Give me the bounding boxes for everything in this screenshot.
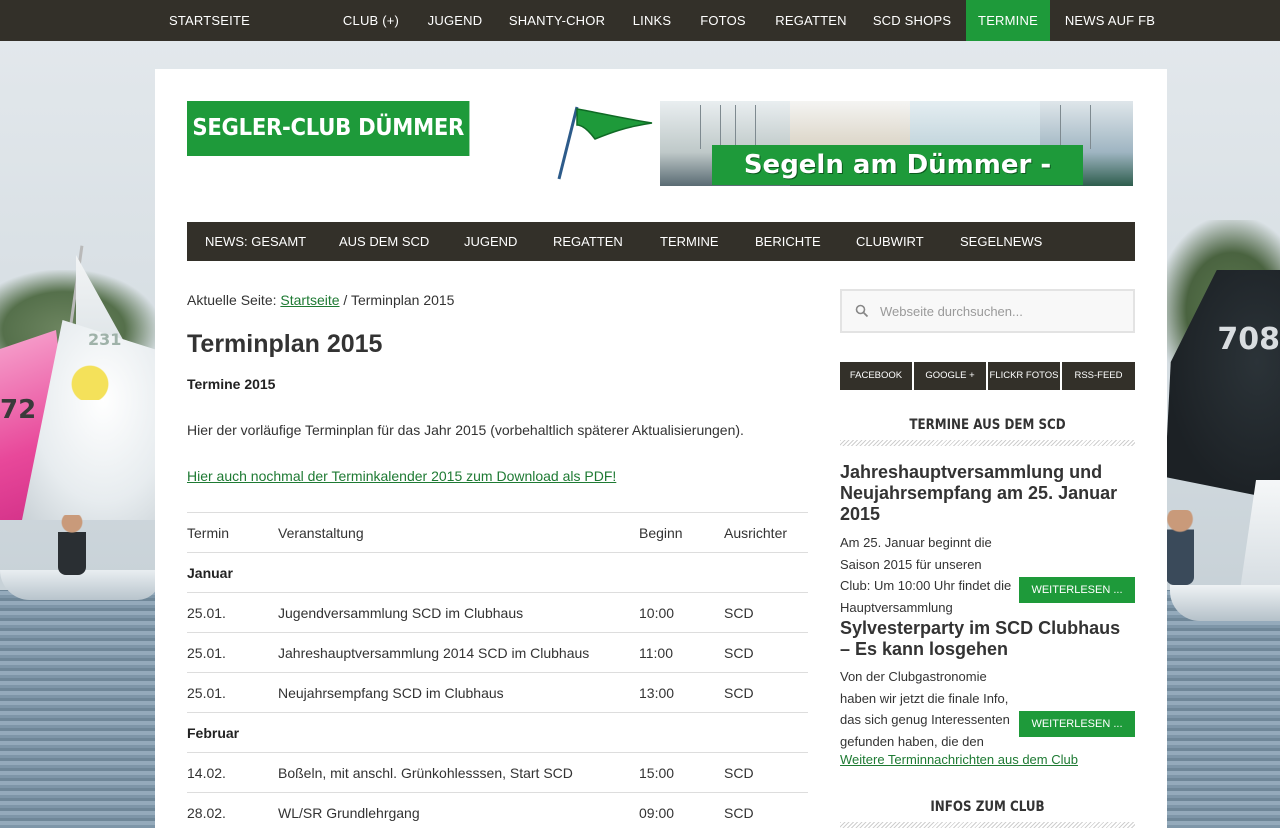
- breadcrumb-home-link[interactable]: Startseite: [280, 292, 339, 308]
- column-header-termin: Termin: [187, 525, 230, 541]
- topnav-shanty-chor[interactable]: SHANTY-CHOR: [497, 0, 617, 41]
- cell-date: 28.02.: [187, 805, 226, 821]
- table-row: 25.01. Jahreshauptversammlung 2014 SCD i…: [187, 632, 808, 672]
- read-more-button-2[interactable]: WEITERLESEN ...: [1019, 711, 1135, 737]
- subnav-aus-dem-scd[interactable]: AUS DEM SCD: [339, 222, 429, 261]
- cell-time: 11:00: [639, 645, 673, 661]
- topnav-news-auf-fb[interactable]: NEWS AUF FB: [1053, 0, 1167, 41]
- social-links: FACEBOOK GOOGLE + FLICKR FOTOS RSS-FEED: [840, 362, 1135, 390]
- post-excerpt-2: Von der Clubgastronomie haben wir jetzt …: [840, 669, 1010, 749]
- cell-host: SCD: [724, 765, 754, 781]
- cell-date: 25.01.: [187, 605, 226, 621]
- sailor-right: [1166, 510, 1194, 585]
- column-header-ausrichter: Ausrichter: [724, 525, 788, 541]
- widget-title-infos: INFOS ZUM CLUB: [930, 799, 1045, 815]
- social-facebook-button[interactable]: FACEBOOK: [840, 362, 912, 390]
- column-header-beginn: Beginn: [639, 525, 683, 541]
- search-input[interactable]: [880, 291, 1130, 331]
- top-navigation: STARTSEITE CLUB (+) JUGEND SHANTY-CHOR L…: [0, 0, 1280, 41]
- subnav-berichte[interactable]: BERICHTE: [755, 222, 821, 261]
- cell-host: SCD: [724, 605, 754, 621]
- cell-host: SCD: [724, 685, 754, 701]
- month-label: Januar: [187, 565, 233, 581]
- subnav-regatten[interactable]: REGATTEN: [553, 222, 623, 261]
- flag-icon: [557, 106, 653, 180]
- subnav-news-gesamt[interactable]: NEWS: GESAMT: [205, 222, 306, 261]
- subnav-termine[interactable]: TERMINE: [660, 222, 719, 261]
- cell-event: Jahreshauptversammlung 2014 SCD im Clubh…: [278, 645, 590, 661]
- breadcrumb: Aktuelle Seite: Startseite / Terminplan …: [187, 292, 454, 308]
- cell-host: SCD: [724, 645, 754, 661]
- search-box: [840, 289, 1135, 333]
- topnav-startseite[interactable]: STARTSEITE: [155, 0, 260, 41]
- cell-date: 14.02.: [187, 765, 226, 781]
- breadcrumb-separator: /: [339, 292, 351, 308]
- widget-divider: [840, 440, 1135, 446]
- sail-number-left: 72: [0, 395, 37, 425]
- table-header-row: Termin Veranstaltung Beginn Ausrichter: [187, 512, 808, 552]
- cell-time: 13:00: [639, 685, 675, 701]
- page-title: Terminplan 2015: [187, 330, 383, 358]
- table-row: 28.02. WL/SR Grundlehrgang 09:00 SCD: [187, 792, 808, 828]
- topnav-club[interactable]: CLUB (+): [330, 0, 412, 41]
- topnav-fotos[interactable]: FOTOS: [687, 0, 759, 41]
- header-banner: Segeln am Dümmer - SCD: [660, 101, 1133, 186]
- schedule-table: Termin Veranstaltung Beginn Ausrichter J…: [187, 512, 808, 828]
- post-title-2[interactable]: Sylvesterparty im SCD Clubhaus – Es kann…: [840, 618, 1135, 660]
- post-excerpt-1: Am 25. Januar beginnt die Saison 2015 fü…: [840, 535, 1012, 615]
- banner-title: Segeln am Dümmer - SCD: [712, 145, 1083, 185]
- cell-event: Jugendversammlung SCD im Clubhaus: [278, 605, 524, 621]
- cell-date: 25.01.: [187, 645, 226, 661]
- cell-host: SCD: [724, 805, 754, 821]
- cell-time: 10:00: [639, 605, 675, 621]
- banner-photo-terrace: [790, 101, 910, 151]
- topnav-termine[interactable]: TERMINE: [966, 0, 1050, 41]
- subnav-segelnews[interactable]: SEGELNEWS: [960, 222, 1042, 261]
- social-rss-button[interactable]: RSS-FEED: [1062, 362, 1135, 390]
- post-title-1[interactable]: Jahreshauptversammlung und Neujahrsempfa…: [840, 462, 1135, 525]
- column-header-veranstaltung: Veranstaltung: [278, 525, 364, 541]
- cell-time: 09:00: [639, 805, 675, 821]
- breadcrumb-prefix: Aktuelle Seite:: [187, 292, 281, 308]
- topnav-scd-shops[interactable]: SCD SHOPS: [862, 0, 962, 41]
- cell-event: Boßeln, mit anschl. Grünkohlesssen, Star…: [278, 765, 573, 781]
- breadcrumb-current: Terminplan 2015: [350, 292, 455, 308]
- cell-time: 15:00: [639, 765, 675, 781]
- boat-hull-right: [1170, 585, 1280, 621]
- cell-event: WL/SR Grundlehrgang: [278, 805, 420, 821]
- subnav-jugend[interactable]: JUGEND: [464, 222, 517, 261]
- social-flickr-button[interactable]: FLICKR FOTOS: [988, 362, 1060, 390]
- sail-number-left-2: 231: [88, 330, 122, 349]
- more-events-link[interactable]: Weitere Terminnachrichten aus dem Club: [840, 752, 1078, 767]
- main-container: SEGLER-CLUB DÜMMER E.V. Segeln am Dümmer…: [155, 69, 1167, 828]
- sub-navigation: NEWS: GESAMT AUS DEM SCD JUGEND REGATTEN…: [187, 222, 1135, 261]
- cell-event: Neujahrsempfang SCD im Clubhaus: [278, 685, 504, 701]
- topnav-links[interactable]: LINKS: [620, 0, 684, 41]
- subnav-clubwirt[interactable]: CLUBWIRT: [856, 222, 924, 261]
- sailor-left: [58, 515, 86, 575]
- topnav-regatten[interactable]: REGATTEN: [762, 0, 860, 41]
- table-month-row: Januar: [187, 552, 808, 592]
- topnav-jugend[interactable]: JUGEND: [415, 0, 495, 41]
- search-icon: [855, 304, 869, 318]
- sail-number-right: 708: [1217, 322, 1280, 357]
- widget-divider: [840, 822, 1135, 828]
- intro-text: Hier der vorläufige Terminplan für das J…: [187, 422, 744, 438]
- widget-title-termine: TERMINE AUS DEM SCD: [909, 417, 1066, 433]
- table-row: 14.02. Boßeln, mit anschl. Grünkohlessse…: [187, 752, 808, 792]
- site-logo[interactable]: SEGLER-CLUB DÜMMER E.V.: [187, 101, 470, 196]
- social-google-button[interactable]: GOOGLE +: [914, 362, 986, 390]
- table-row: 25.01. Jugendversammlung SCD im Clubhaus…: [187, 592, 808, 632]
- month-label: Februar: [187, 725, 240, 741]
- page-subtitle: Termine 2015: [187, 376, 276, 392]
- table-row: 25.01. Neujahrsempfang SCD im Clubhaus 1…: [187, 672, 808, 712]
- duck-emblem: [68, 360, 112, 400]
- table-month-row: Februar: [187, 712, 808, 752]
- read-more-button-1[interactable]: WEITERLESEN ...: [1019, 577, 1135, 603]
- cell-date: 25.01.: [187, 685, 226, 701]
- pdf-download-link[interactable]: Hier auch nochmal der Terminkalender 201…: [187, 468, 616, 484]
